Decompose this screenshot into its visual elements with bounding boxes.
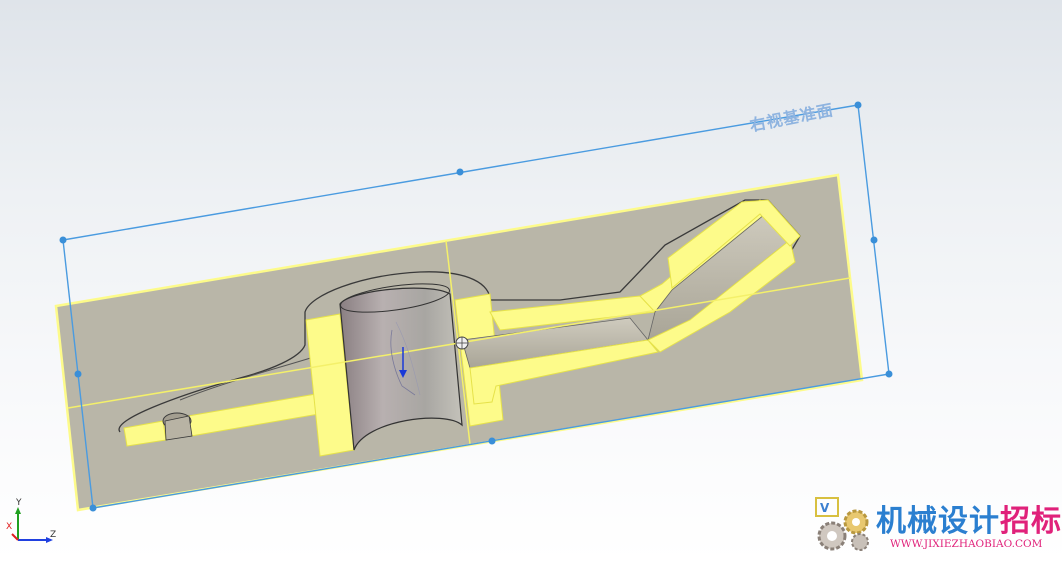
plane-handle[interactable] <box>456 168 464 176</box>
triad-x-label: X <box>6 522 13 532</box>
plane-handle[interactable] <box>870 236 878 244</box>
plane-handle[interactable] <box>488 437 496 445</box>
triad-z-label: Z <box>50 530 57 540</box>
plane-handle[interactable] <box>74 370 82 378</box>
watermark: V 机械设计招标网 WWW.JIXIEZHAOBIAO.COM <box>812 492 1062 556</box>
graphics-viewport[interactable]: 右视基准面 Y Z X V 机械设计招标网 WWW.JIXIEZHAOBIAO.… <box>0 0 1062 561</box>
watermark-title-part2: 招标网 <box>1000 504 1062 539</box>
plane-handle[interactable] <box>89 504 97 512</box>
gear-logo-icon: V <box>815 497 869 551</box>
watermark-title: 机械设计招标网 <box>876 496 1062 540</box>
plane-handle[interactable] <box>885 370 893 378</box>
plane-handle[interactable] <box>854 101 862 109</box>
triad-y-label: Y <box>16 498 22 508</box>
watermark-url: WWW.JIXIEZHAOBIAO.COM <box>890 538 1043 550</box>
watermark-title-part1: 机械设计 <box>876 504 1000 539</box>
model-scene[interactable] <box>0 0 1062 561</box>
svg-text:V: V <box>820 501 830 515</box>
reference-triad: Y Z X <box>6 498 66 550</box>
plane-handle[interactable] <box>59 236 67 244</box>
